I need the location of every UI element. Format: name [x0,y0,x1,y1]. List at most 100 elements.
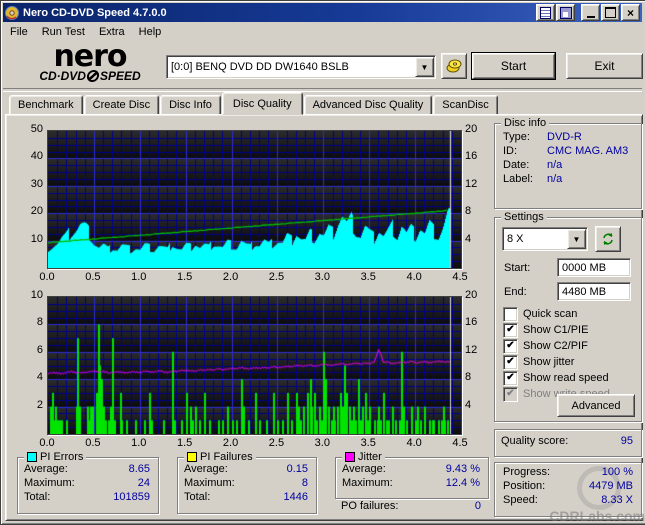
disc-id-label: ID: [503,145,547,157]
pi-failures-group: PI Failures Average:0.15 Maximum:8 Total… [177,457,317,514]
pif-maximum-value: 8 [302,477,308,489]
disc-date-value: n/a [547,159,562,171]
drive-select-value: [0:0] BENQ DVD DD DW1640 BSLB [167,61,415,73]
app-window: Nero CD-DVD Speed 4.7.0.0 × File Run Tes… [0,0,645,525]
quality-score-box: Quality score: 95 [494,429,642,457]
close-button[interactable]: × [621,4,640,21]
tab-disc-info[interactable]: Disc Info [160,95,221,115]
disc-type-value: DVD-R [547,131,582,143]
checkbox-icon[interactable]: ✔ [503,339,518,354]
tab-strip: Benchmark Create Disc Disc Info Disc Qua… [9,94,499,115]
speed-value: 8.33 X [601,494,633,506]
checkbox-show-read-speed[interactable]: ✔Show read speed [495,370,641,386]
maximize-button[interactable] [601,4,620,21]
drive-select[interactable]: [0:0] BENQ DVD DD DW1640 BSLB ▼ [166,55,436,79]
checkbox-show-jitter[interactable]: ✔Show jitter [495,354,641,370]
jitter-title: Jitter [358,451,382,463]
menu-run-test[interactable]: Run Test [35,24,92,40]
drive-select-arrow[interactable]: ▼ [415,57,434,77]
start-mb-input[interactable]: 0000 MB [557,258,631,277]
pif-total-value: 1446 [284,491,308,503]
pi-errors-swatch [27,452,37,462]
report-button[interactable] [536,4,555,21]
axis-tick-label: 0.0 [33,437,61,449]
disc-info-title: Disc info [504,117,546,129]
jitter-average-value: 9.43 % [446,463,480,475]
axis-tick-label: 20 [465,123,491,135]
axis-tick-label: 40 [17,150,43,162]
advanced-button[interactable]: Advanced [557,394,635,417]
axis-tick-label: 4.0 [400,271,428,283]
quality-score-label: Quality score: [501,435,568,447]
tab-benchmark[interactable]: Benchmark [9,95,83,115]
progress-value: 100 % [602,466,633,478]
chevron-down-icon: ▼ [573,235,581,244]
logo-sub-left: CD·DVD [39,69,86,83]
checkbox-show-c1-pie[interactable]: ✔Show C1/PIE [495,322,641,338]
save-button[interactable] [556,4,575,21]
tab-create-disc[interactable]: Create Disc [84,95,159,115]
axis-tick-label: 10 [17,289,43,301]
axis-tick-label: 4 [465,233,491,245]
app-icon [5,6,19,20]
jitter-group: Jitter Average:9.43 % Maximum:12.4 % [335,457,489,499]
start-button[interactable]: Start [472,53,555,79]
exit-button[interactable]: Exit [566,53,643,79]
toolbar-separator [3,88,642,92]
settings-title: Settings [504,211,544,223]
axis-tick-label: 0.5 [79,437,107,449]
tab-advanced-disc-quality[interactable]: Advanced Disc Quality [304,95,433,115]
end-mb-input[interactable]: 4480 MB [557,282,631,301]
disc-label-label: Label: [503,173,547,185]
refresh-icon [601,232,615,246]
axis-tick-label: 8 [17,316,43,328]
close-icon: × [627,8,634,18]
pie-chart-frame [47,130,462,269]
pie-total-value: 101859 [113,491,150,503]
pie-chart [48,131,461,268]
save-icon [560,7,572,19]
menu-help[interactable]: Help [132,24,169,40]
refresh-button[interactable] [595,226,621,252]
axis-tick-label: 20 [465,289,491,301]
pif-chart [48,297,461,434]
pif-chart-frame [47,296,462,435]
minimize-button[interactable] [581,4,600,21]
speed-label: Speed: [503,494,538,506]
start-mb-label: Start: [504,262,530,274]
checkbox-icon[interactable] [503,307,518,322]
checkbox-show-c2-pif[interactable]: ✔Show C2/PIF [495,338,641,354]
tab-disc-quality[interactable]: Disc Quality [222,92,303,115]
checkbox-quick-scan[interactable]: Quick scan [495,306,641,322]
axis-tick-label: 4.5 [446,437,474,449]
disc-info-group: Disc info Type:DVD-R ID:CMC MAG. AM3 Dat… [494,123,642,209]
checkbox-icon[interactable]: ✔ [503,355,518,370]
axis-tick-label: 4.5 [446,271,474,283]
menu-file[interactable]: File [3,24,35,40]
checkbox-icon[interactable]: ✔ [503,371,518,386]
po-failures-row: PO failures: 0 [341,500,481,512]
axis-tick-label: 16 [465,316,491,328]
title-bar[interactable]: Nero CD-DVD Speed 4.7.0.0 × [3,3,642,22]
axis-tick-label: 1.0 [125,437,153,449]
axis-tick-label: 0.5 [79,271,107,283]
menu-extra[interactable]: Extra [92,24,132,40]
axis-tick-label: 4.0 [400,437,428,449]
jitter-swatch [345,452,355,462]
checkbox-icon[interactable]: ✔ [503,387,518,402]
minimize-icon [587,16,595,18]
axis-tick-label: 1.0 [125,271,153,283]
axis-tick-label: 3.0 [308,437,336,449]
disc-eject-button[interactable] [441,53,467,79]
checkbox-icon[interactable]: ✔ [503,323,518,338]
pi-failures-swatch [187,452,197,462]
pi-errors-title: PI Errors [40,451,83,463]
position-value: 4479 MB [589,480,633,492]
axis-tick-label: 2.5 [262,437,290,449]
speed-select-arrow[interactable]: ▼ [567,229,586,249]
pif-maximum-label: Maximum: [184,477,235,489]
scan-options: Quick scan✔Show C1/PIE✔Show C2/PIF✔Show … [495,306,641,402]
po-failures-label: PO failures: [341,500,398,512]
tab-scandisc[interactable]: ScanDisc [433,95,497,115]
speed-select[interactable]: 8 X ▼ [502,227,588,251]
